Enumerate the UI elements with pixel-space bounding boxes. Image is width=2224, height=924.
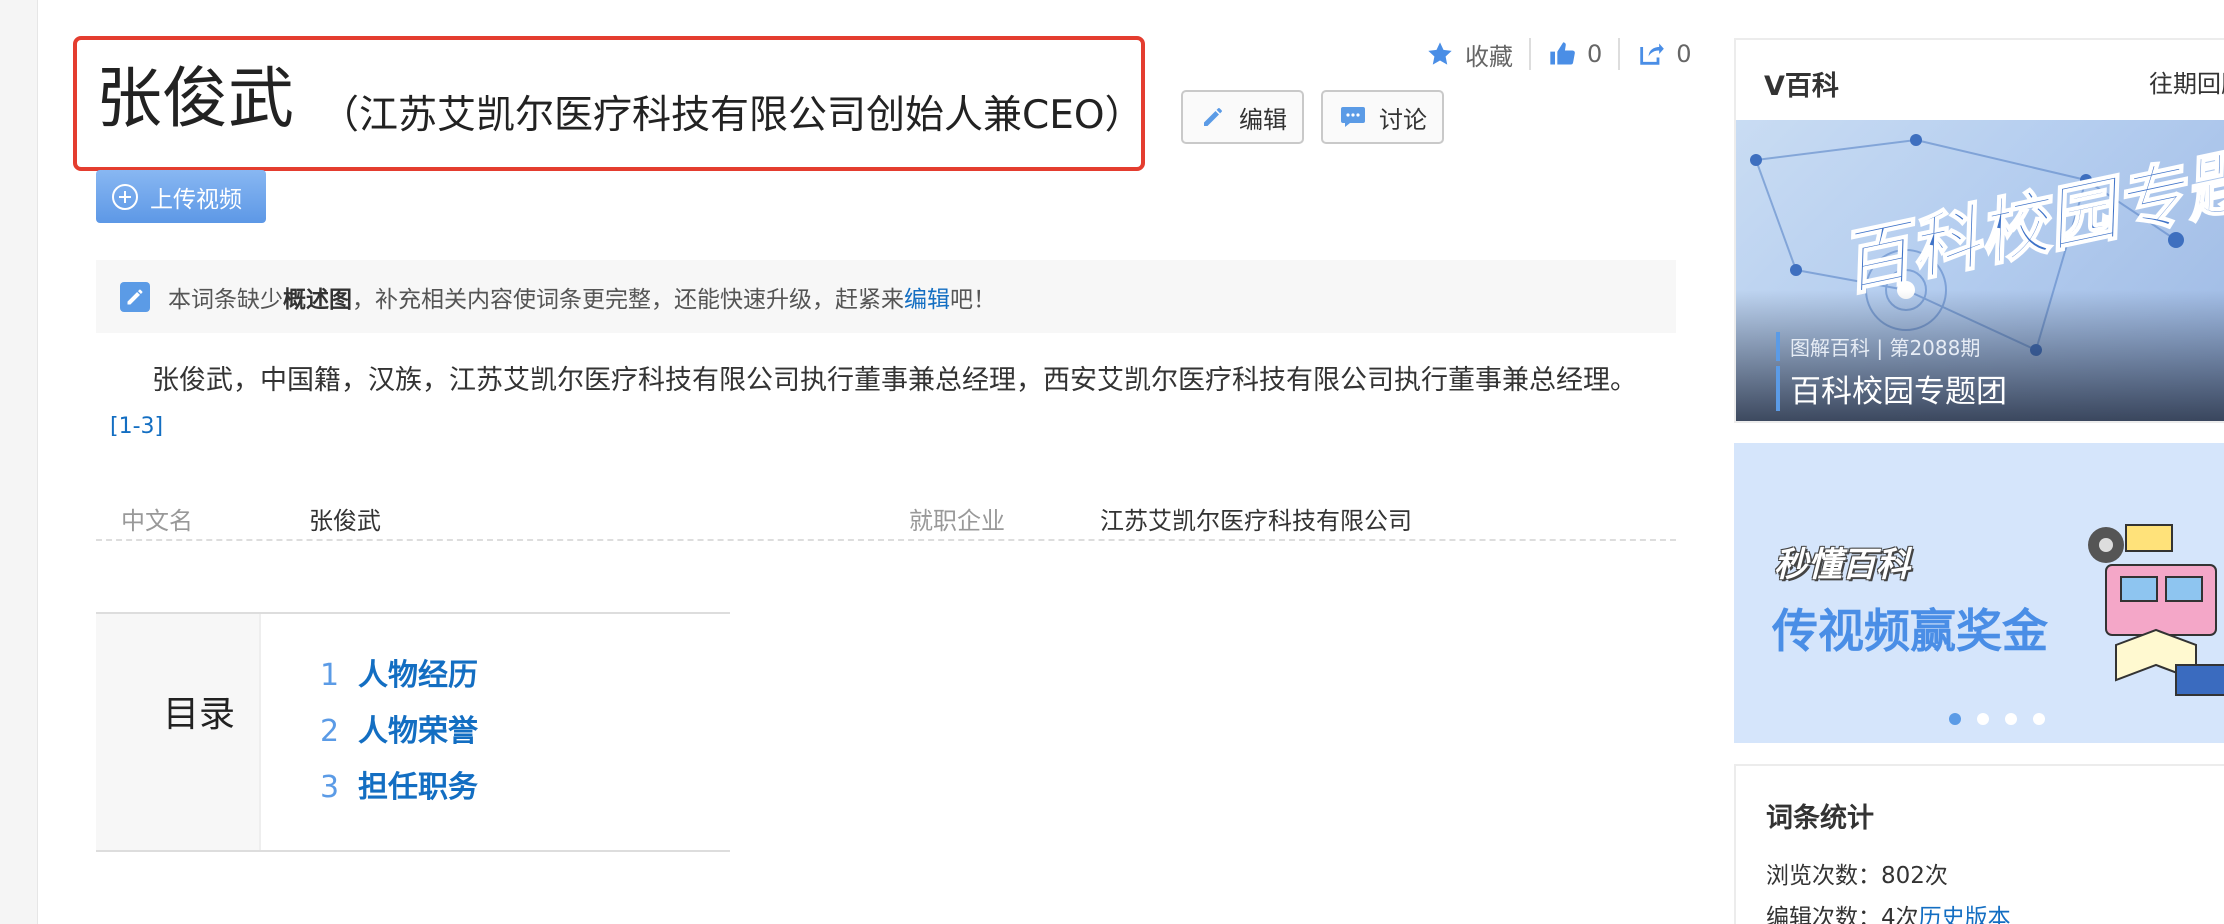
edit-button-label: 编辑 bbox=[1239, 105, 1287, 134]
upload-video-label: 上传视频 bbox=[150, 186, 242, 213]
discuss-button-label: 讨论 bbox=[1379, 105, 1427, 134]
banner-title-text: 百科校园专题团 bbox=[1833, 122, 2224, 306]
vbaike-period: 图解百科 | 第2088期 bbox=[1776, 332, 1980, 361]
edit-notice-icon bbox=[120, 281, 150, 312]
top-actions-bar: 收藏 0 0 bbox=[1425, 36, 1692, 72]
share-icon[interactable] bbox=[1636, 39, 1666, 69]
star-icon[interactable] bbox=[1425, 39, 1455, 69]
catalog-item-number: 2 bbox=[320, 714, 340, 749]
basic-info-value: 江苏艾凯尔医疗科技有限公司 bbox=[1100, 507, 1412, 535]
upload-video-button[interactable]: 上传视频 bbox=[96, 170, 266, 223]
stats-views-value: 802次 bbox=[1881, 863, 1948, 889]
carousel-dots bbox=[1949, 713, 2061, 725]
catalog-item[interactable]: 2 人物荣誉 bbox=[320, 706, 478, 750]
stats-title: 词条统计 bbox=[1766, 803, 1874, 834]
promo-slogan: 传视频赢奖金 bbox=[1772, 604, 2048, 658]
collect-button[interactable]: 收藏 bbox=[1465, 37, 1513, 72]
divider bbox=[1529, 38, 1531, 70]
like-count: 0 bbox=[1587, 40, 1603, 68]
summary-paragraph: 张俊武，中国籍，汉族，江苏艾凯尔医疗科技有限公司执行董事兼总经理，西安艾凯尔医疗… bbox=[96, 358, 1676, 453]
missing-image-notice: 本词条缺少 概述图 ，补充相关内容使词条更完整，还能快速升级，赶紧来 编辑 吧！ bbox=[96, 260, 1676, 333]
carousel-dot[interactable] bbox=[2033, 713, 2045, 725]
stats-edits-value: 4次 bbox=[1881, 905, 1919, 924]
promo-banner[interactable]: 秒懂百科 传视频赢奖金 bbox=[1734, 443, 2224, 743]
catalog-item-text[interactable]: 人物经历 bbox=[358, 658, 478, 693]
carousel-dot[interactable] bbox=[2005, 713, 2017, 725]
basic-info-table: 中文名 张俊武 就职企业 江苏艾凯尔医疗科技有限公司 bbox=[96, 493, 1676, 541]
basic-info-label: 中文名 bbox=[121, 507, 193, 535]
catalog-label-area: 目录 bbox=[96, 614, 261, 850]
summary-text: 张俊武，中国籍，汉族，江苏艾凯尔医疗科技有限公司执行董事兼总经理，西安艾凯尔医疗… bbox=[152, 365, 1637, 396]
stats-edits: 编辑次数：4次历史版本 bbox=[1766, 898, 2011, 924]
share-count: 0 bbox=[1676, 40, 1692, 68]
notice-text-post: 吧！ bbox=[950, 286, 996, 313]
stats-views-label: 浏览次数： bbox=[1766, 863, 1881, 889]
catalog-title: 目录 bbox=[163, 694, 236, 735]
vbaike-banner[interactable]: 百科校园专题团 图解百科 | 第2088期 百科校园专题团 bbox=[1736, 120, 2224, 421]
vbaike-title: V百科 bbox=[1764, 71, 1839, 102]
history-version-link[interactable]: 历史版本 bbox=[1919, 905, 2011, 924]
vbaike-topic-name[interactable]: 百科校园专题团 bbox=[1776, 366, 2007, 411]
catalog-item-number: 3 bbox=[320, 770, 340, 805]
carousel-dot[interactable] bbox=[1949, 713, 1961, 725]
discuss-button[interactable]: 讨论 bbox=[1321, 90, 1444, 144]
pencil-icon bbox=[1199, 103, 1227, 131]
catalog-item-text[interactable]: 担任职务 bbox=[358, 770, 478, 805]
page-subtitle: （江苏艾凯尔医疗科技有限公司创始人兼CEO） bbox=[320, 93, 1144, 138]
catalog-item[interactable]: 1 人物经历 bbox=[320, 650, 478, 694]
basic-info-value: 张俊武 bbox=[309, 507, 381, 535]
vbaike-card: V百科 往期回顾 百科校园专题团 图解百科 bbox=[1734, 38, 2224, 423]
notice-text-bold: 概述图 bbox=[283, 286, 352, 313]
stats-edits-label: 编辑次数： bbox=[1766, 905, 1881, 924]
stats-views: 浏览次数：802次 bbox=[1766, 856, 1948, 890]
illustration-icon bbox=[2088, 524, 2224, 696]
edit-button[interactable]: 编辑 bbox=[1181, 90, 1304, 144]
notice-edit-link[interactable]: 编辑 bbox=[904, 280, 950, 314]
vbaike-more-link[interactable]: 往期回顾 bbox=[2149, 64, 2224, 99]
plus-circle-icon bbox=[112, 183, 138, 210]
carousel-dot[interactable] bbox=[1977, 713, 1989, 725]
entry-stats-card: 词条统计 浏览次数：802次 编辑次数：4次历史版本 bbox=[1734, 764, 2224, 924]
reference-link[interactable]: [1-3] bbox=[110, 414, 163, 439]
notice-text-pre: 本词条缺少 bbox=[168, 286, 283, 313]
catalog: 目录 1 人物经历 2 人物荣誉 3 担任职务 bbox=[96, 612, 730, 852]
catalog-item[interactable]: 3 担任职务 bbox=[320, 762, 478, 806]
divider bbox=[1618, 38, 1621, 70]
catalog-item-number: 1 bbox=[320, 658, 340, 693]
basic-info-label: 就职企业 bbox=[909, 507, 1005, 535]
vbaike-header: V百科 往期回顾 bbox=[1736, 40, 2224, 118]
page-title: 张俊武 bbox=[96, 60, 294, 137]
catalog-item-text[interactable]: 人物荣誉 bbox=[358, 714, 478, 749]
thumbs-up-icon[interactable] bbox=[1547, 39, 1577, 69]
promo-brand-logo: 秒懂百科 bbox=[1774, 545, 1910, 585]
chat-bubble-icon bbox=[1339, 103, 1367, 131]
notice-text-mid: ，补充相关内容使词条更完整，还能快速升级，赶紧来 bbox=[352, 286, 904, 313]
